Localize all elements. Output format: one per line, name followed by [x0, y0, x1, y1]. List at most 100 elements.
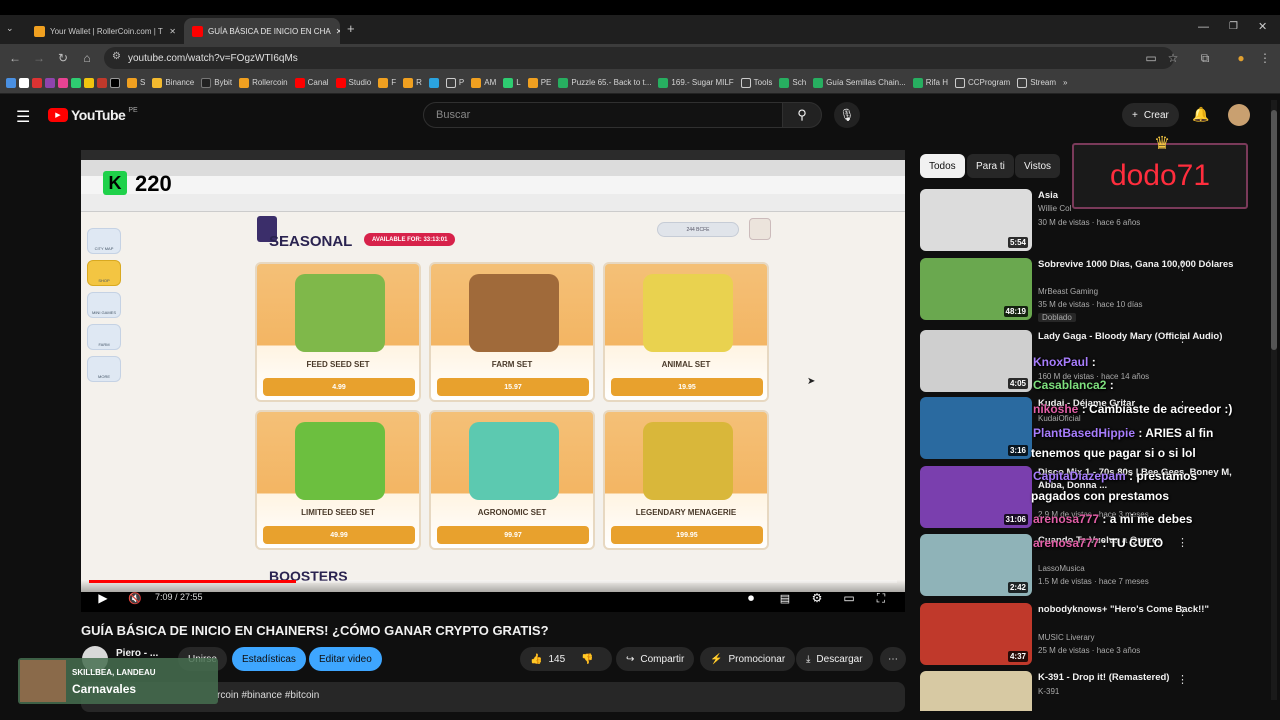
bookmark-item[interactable]: Canal: [294, 77, 329, 88]
home-icon[interactable]: ⌂: [78, 49, 96, 67]
more-options-icon[interactable]: ⋮: [1177, 260, 1188, 273]
bookmark-item[interactable]: L: [503, 77, 521, 88]
more-options-icon[interactable]: ⋮: [1177, 332, 1188, 345]
video-player[interactable]: K 220 CITY MAP SHOP MINI GAMES FARM MORE…: [81, 150, 905, 612]
shop-card: LEGENDARY MENAGERIE 199.95: [603, 410, 769, 550]
more-options-icon[interactable]: ⋮: [1177, 536, 1188, 549]
search-button[interactable]: ⚲: [782, 102, 822, 128]
now-playing-artist: SKILLBEA, LANDEAU: [72, 668, 156, 677]
chat-message: Casablanca2 :: [1033, 378, 1114, 392]
fullscreen-icon[interactable]: ⛶: [871, 588, 891, 608]
list-item[interactable]: K-391 - Drop it! (Remastered) K-391 ⋮: [920, 671, 1265, 711]
cast-icon[interactable]: ▭: [1142, 49, 1160, 67]
bookmark-item[interactable]: PE: [527, 77, 551, 88]
voice-search-button[interactable]: 🎙: [834, 102, 860, 128]
more-options-icon[interactable]: ⋮: [1177, 673, 1188, 686]
hamburger-menu-icon[interactable]: ☰: [16, 107, 30, 127]
share-button[interactable]: ↪ Compartir: [616, 647, 695, 671]
card-price: 99.97: [437, 526, 589, 544]
stats-label: Estadísticas: [242, 653, 296, 665]
tab-search-icon[interactable]: ⌄: [6, 23, 14, 34]
back-icon[interactable]: ←: [6, 49, 24, 67]
create-button[interactable]: + Crear: [1122, 103, 1179, 127]
card-price: 4.99: [263, 378, 415, 396]
rec-channel: LassoMusica: [1038, 564, 1085, 573]
restore-icon[interactable]: ❐: [1229, 21, 1238, 32]
bookmark-item[interactable]: Guía Semillas Chain...: [813, 77, 906, 88]
page-scrollbar[interactable]: [1271, 100, 1277, 700]
profile-icon[interactable]: ●: [1232, 49, 1250, 67]
download-button[interactable]: ⤓ Descargar: [796, 647, 873, 671]
close-tab-icon[interactable]: ✕: [169, 27, 176, 36]
tab-rollercoin[interactable]: Your Wallet | RollerCoin.com | T ✕: [26, 18, 184, 44]
list-item[interactable]: 48:19 Sobrevive 1000 Días, Gana 100,000 D…: [920, 258, 1265, 322]
progress-bar[interactable]: [89, 580, 897, 583]
play-icon[interactable]: ▶: [93, 588, 113, 608]
seasonal-heading: SEASONAL: [269, 233, 353, 250]
card-name: LEGENDARY MENAGERIE: [635, 508, 737, 517]
bookmark-item[interactable]: Rifa H: [912, 77, 948, 88]
stats-button[interactable]: Estadísticas: [232, 647, 306, 671]
card-art: [469, 422, 559, 500]
bookmark-item[interactable]: Sch: [779, 77, 806, 88]
chat-message: PlantBasedHippie : ARIES al fin: [1033, 426, 1214, 440]
bookmark-star-icon[interactable]: ☆: [1164, 49, 1182, 67]
bookmark-item[interactable]: Bybit: [201, 77, 232, 88]
more-actions-icon[interactable]: ⋯: [880, 647, 906, 671]
scrollbar-thumb[interactable]: [1271, 110, 1277, 350]
video-thumbnail: 4:05: [920, 330, 1032, 392]
streamer-name-overlay: dodo71 ♛: [1072, 133, 1248, 209]
autoplay-toggle-icon[interactable]: ⏺: [741, 588, 761, 608]
search-input[interactable]: Buscar: [423, 102, 783, 128]
bookmark-item[interactable]: F: [378, 77, 396, 88]
chip-all[interactable]: Todos: [920, 154, 965, 178]
bookmark-item[interactable]: Studio: [335, 77, 371, 88]
extensions-icon[interactable]: ⧉: [1196, 49, 1214, 67]
more-options-icon[interactable]: ⋮: [1177, 605, 1188, 618]
forward-icon[interactable]: →: [30, 49, 48, 67]
new-tab-icon[interactable]: +: [347, 21, 355, 36]
bookmark-item[interactable]: Puzzle 65.- Back to t...: [558, 77, 651, 88]
bookmark-item[interactable]: 169.- Sugar MILF: [658, 77, 734, 88]
menu-icon[interactable]: ⋮: [1256, 49, 1274, 67]
settings-gear-icon[interactable]: ⚙: [807, 588, 827, 608]
chat-message: tenemos que pagar si o si lol: [1031, 446, 1196, 460]
mouse-cursor-icon: ➤: [807, 376, 816, 387]
bookmark-item[interactable]: Binance: [152, 77, 194, 88]
progress-fill: [89, 580, 296, 583]
chip-watched[interactable]: Vistos: [1015, 154, 1061, 178]
site-info-icon[interactable]: ⚙: [112, 51, 121, 62]
bookmark-item[interactable]: S: [127, 77, 145, 88]
tab-youtube[interactable]: GUÍA BÁSICA DE INICIO EN CHA ✕: [184, 18, 340, 44]
minimize-icon[interactable]: —: [1198, 21, 1209, 33]
bookmark-apps[interactable]: [6, 77, 120, 88]
list-item[interactable]: 4:37 nobodyknows+ "Hero's Come Back!!" MUS…: [920, 603, 1265, 665]
avatar[interactable]: [1228, 104, 1250, 126]
chip-for-you[interactable]: Para ti: [967, 154, 1014, 178]
theater-mode-icon[interactable]: ▭: [839, 588, 859, 608]
close-window-icon[interactable]: ✕: [1258, 20, 1267, 33]
rec-title: Sobrevive 1000 Días, Gana 100,000 Dólare…: [1038, 259, 1234, 270]
bookmark-folder[interactable]: CCProgram: [954, 77, 1010, 88]
dislike-icon[interactable]: 👎: [581, 654, 593, 665]
close-tab-icon[interactable]: ✕: [336, 27, 340, 36]
bookmark-item[interactable]: R: [403, 77, 422, 88]
bookmark-item[interactable]: Rollercoin: [239, 77, 288, 88]
youtube-logo[interactable]: ▶ YouTube PE: [48, 107, 138, 123]
promote-button[interactable]: ⚡ Promocionar: [700, 647, 796, 671]
bookmark-item[interactable]: AM: [471, 77, 496, 88]
chat-message: CapitaDiazepam : prestamos: [1033, 469, 1198, 483]
bookmark-item[interactable]: [428, 77, 439, 88]
card-name: ANIMAL SET: [661, 360, 711, 369]
bookmark-folder[interactable]: P: [445, 77, 464, 88]
edit-video-button[interactable]: Editar video: [309, 647, 382, 671]
subtitles-icon[interactable]: ▤: [775, 588, 795, 608]
bookmark-folder[interactable]: Stream: [1017, 77, 1056, 88]
like-icon[interactable]: 👍: [530, 654, 542, 665]
mute-icon[interactable]: 🔇: [125, 588, 145, 608]
more-bookmarks-icon[interactable]: »: [1063, 78, 1067, 87]
notifications-bell-icon[interactable]: 🔔: [1192, 106, 1209, 123]
bookmark-folder[interactable]: Tools: [740, 77, 772, 88]
reload-icon[interactable]: ↻: [54, 49, 72, 67]
address-bar[interactable]: ⚙ youtube.com/watch?v=FOgzWTI6qMs: [104, 47, 1174, 69]
